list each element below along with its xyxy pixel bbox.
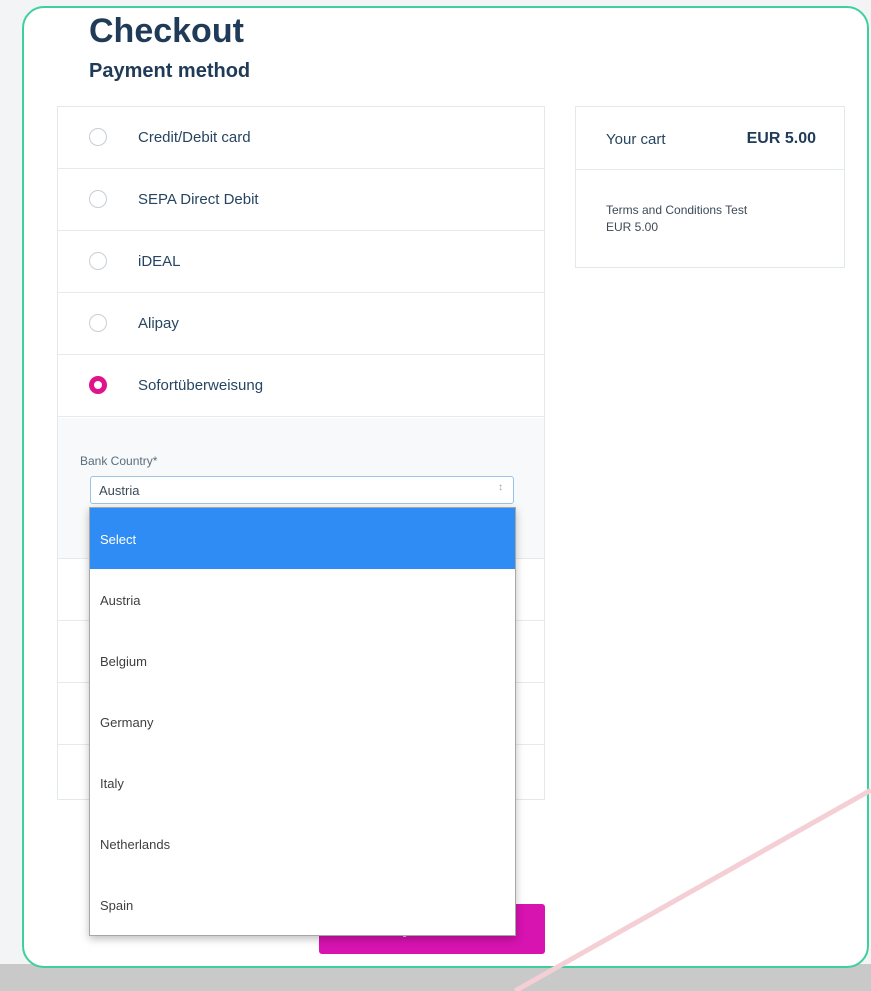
payment-method-label: Sofortüberweisung: [138, 377, 264, 394]
payment-method-credit-card[interactable]: Credit/Debit card: [58, 107, 544, 169]
payment-method-label: Credit/Debit card: [138, 129, 251, 146]
cart-total: EUR 5.00: [746, 130, 816, 147]
bank-country-label: Bank Country*: [80, 454, 158, 468]
cart-label: Your cart: [606, 131, 666, 148]
dropdown-option-italy[interactable]: Italy: [90, 752, 515, 813]
radio-unchecked-icon[interactable]: [89, 190, 107, 208]
bottom-background: [0, 964, 871, 991]
dropdown-option-label: Select: [100, 532, 137, 547]
cart-summary: Your cart EUR 5.00 Terms and Conditions …: [575, 106, 845, 268]
radio-unchecked-icon[interactable]: [89, 128, 107, 146]
dropdown-option-netherlands[interactable]: Netherlands: [90, 813, 515, 874]
dropdown-option-austria[interactable]: Austria: [90, 569, 515, 630]
bank-country-dropdown: Select Austria Belgium Germany Italy Net…: [89, 507, 516, 936]
page-subtitle: Payment method: [89, 60, 251, 82]
radio-unchecked-icon[interactable]: [89, 314, 107, 332]
payment-method-label: iDEAL: [138, 253, 181, 270]
dropdown-option-label: Netherlands: [100, 837, 171, 852]
dropdown-option-label: Italy: [100, 776, 124, 791]
payment-method-ideal[interactable]: iDEAL: [58, 231, 544, 293]
dropdown-option-germany[interactable]: Germany: [90, 691, 515, 752]
cart-item-name: Terms and Conditions Test: [606, 203, 748, 217]
page-title: Checkout: [89, 12, 244, 50]
dropdown-option-label: Germany: [100, 715, 154, 730]
dropdown-option-label: Belgium: [100, 654, 147, 669]
cart-item-price: EUR 5.00: [606, 220, 659, 234]
cart-header: Your cart EUR 5.00: [576, 107, 844, 170]
payment-method-label: Alipay: [138, 315, 179, 332]
dropdown-option-label: Spain: [100, 898, 134, 913]
radio-unchecked-icon[interactable]: [89, 252, 107, 270]
dropdown-option-belgium[interactable]: Belgium: [90, 630, 515, 691]
dropdown-option-label: Austria: [100, 593, 141, 608]
payment-method-label: SEPA Direct Debit: [138, 191, 259, 208]
dropdown-option-select[interactable]: Select: [90, 508, 515, 569]
payment-method-sepa[interactable]: SEPA Direct Debit: [58, 169, 544, 231]
select-arrows-icon: ↕: [498, 482, 503, 493]
dropdown-option-spain[interactable]: Spain: [90, 874, 515, 935]
bank-country-select[interactable]: Austria ↕: [90, 476, 514, 504]
payment-method-alipay[interactable]: Alipay: [58, 293, 544, 355]
bank-country-value: Austria: [99, 483, 140, 498]
payment-method-sofort[interactable]: Sofortüberweisung: [58, 355, 544, 417]
radio-checked-icon[interactable]: [89, 376, 107, 394]
